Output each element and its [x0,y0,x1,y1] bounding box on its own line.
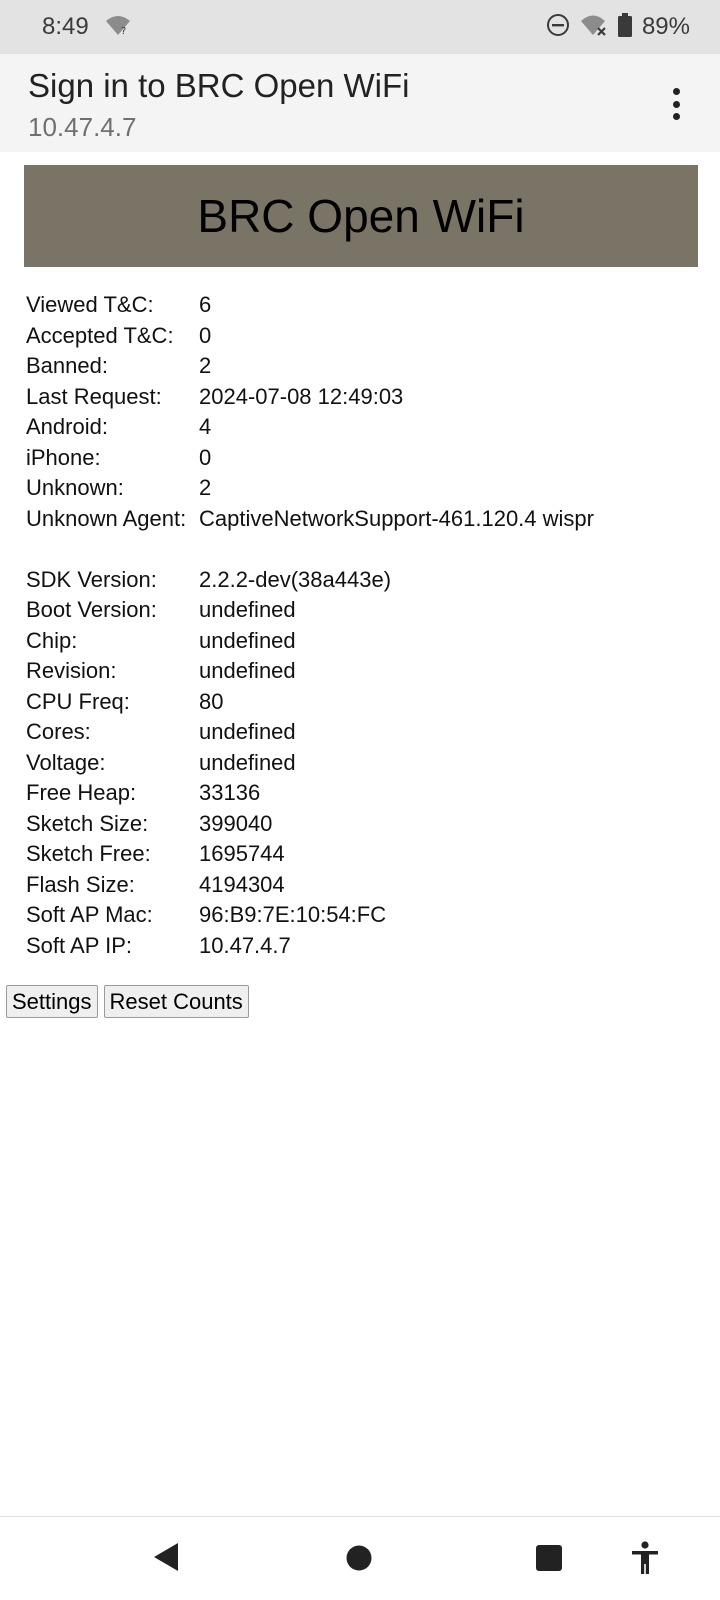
recents-icon[interactable] [536,1545,562,1576]
system-value: 80 [199,688,224,714]
system-row: Soft AP IP: 10.47.4.7 [26,931,706,962]
stat-row: Android: 4 [26,412,706,443]
svg-text:?: ? [121,26,126,36]
stat-value: 2 [199,353,212,378]
action-buttons: Settings Reset Counts [6,985,249,1018]
status-time: 8:49 [42,13,89,40]
system-label: Sketch Size: [26,810,149,836]
system-value: 2.2.2-dev(38a443e) [199,566,392,592]
system-row: Free Heap: 33136 [26,778,706,809]
system-label: Chip: [26,627,78,653]
system-value: 96:B9:7E:10:54:FC [199,902,387,927]
do-not-disturb-icon [546,13,570,42]
system-label: Sketch Free: [26,841,151,866]
page-title: Sign in to BRC Open WiFi [28,67,410,104]
status-bar: 8:49 ? 89% [0,0,720,54]
system-label: Boot Version: [26,597,157,622]
system-value: 33136 [199,780,261,805]
system-value: undefined [199,719,296,744]
system-label: Cores: [26,719,91,744]
page-url: 10.47.4.7 [28,112,137,142]
more-vert-icon[interactable] [666,84,686,124]
navigation-bar [0,1516,720,1600]
system-label: SDK Version: [26,566,157,592]
system-label: Revision: [26,658,117,683]
stat-label: Last Request: [26,383,162,409]
settings-button[interactable]: Settings [6,985,98,1018]
system-value: 10.47.4.7 [199,932,291,958]
stat-value: 4 [199,414,212,439]
system-value: undefined [199,749,296,775]
system-label: Flash Size: [26,871,135,897]
stat-label: Android: [26,414,108,439]
portal-banner: BRC Open WiFi [24,165,698,267]
stat-value: 2024-07-08 12:49:03 [199,383,404,409]
battery-icon [617,12,632,42]
system-row: Flash Size: 4194304 [26,870,706,901]
system-value: 399040 [199,810,273,836]
system-row: Voltage: undefined [26,748,706,779]
stat-row: Viewed T&C: 6 [26,290,706,321]
stat-label: iPhone: [26,444,101,470]
stat-row: Unknown: 2 [26,473,706,504]
home-icon[interactable] [346,1545,372,1576]
system-row: Revision: undefined [26,656,706,687]
wifi-off-icon [580,13,608,42]
stat-row: Accepted T&C: 0 [26,321,706,352]
stat-row: Last Request: 2024-07-08 12:49:03 [26,382,706,413]
stat-value: 6 [199,292,212,317]
reset-counts-button[interactable]: Reset Counts [103,985,249,1018]
system-value: undefined [199,627,296,653]
system-row: Cores: undefined [26,717,706,748]
stat-row: Banned: 2 [26,351,706,382]
stat-label: Unknown Agent: [26,505,187,531]
system-row: Chip: undefined [26,626,706,657]
system-row: Sketch Size: 399040 [26,809,706,840]
wifi-question-icon: ? [105,14,131,41]
system-value: undefined [199,597,296,622]
accessibility-icon[interactable] [630,1541,660,1580]
system-row: Boot Version: undefined [26,595,706,626]
battery-percent: 89% [641,13,690,40]
system-label: Soft AP Mac: [26,902,153,927]
system-row: SDK Version: 2.2.2-dev(38a443e) [26,565,706,596]
system-label: Soft AP IP: [26,932,132,958]
stat-label: Banned: [26,353,108,378]
stat-value: 0 [199,322,212,348]
back-icon[interactable] [152,1541,180,1578]
stats-table: Viewed T&C: 6 Accepted T&C: 0 Banned: 2 Las… [26,290,706,961]
system-value: 4194304 [199,871,285,897]
stat-label: Viewed T&C: [26,292,154,317]
system-row: CPU Freq: 80 [26,687,706,718]
stat-value: 0 [199,444,212,470]
stat-value: 2 [199,475,212,500]
system-label: Voltage: [26,749,106,775]
system-row: Sketch Free: 1695744 [26,839,706,870]
stat-value: CaptiveNetworkSupport-461.120.4 wispr [199,505,594,531]
system-row: Soft AP Mac: 96:B9:7E:10:54:FC [26,900,706,931]
system-label: Free Heap: [26,780,137,805]
stat-label: Accepted T&C: [26,322,174,348]
stat-label: Unknown: [26,475,124,500]
system-value: undefined [199,658,296,683]
app-header: Sign in to BRC Open WiFi 10.47.4.7 [0,54,720,152]
stat-row: Unknown Agent: CaptiveNetworkSupport-461.… [26,504,706,535]
system-value: 1695744 [199,841,285,866]
system-label: CPU Freq: [26,688,130,714]
stat-row: iPhone: 0 [26,443,706,474]
